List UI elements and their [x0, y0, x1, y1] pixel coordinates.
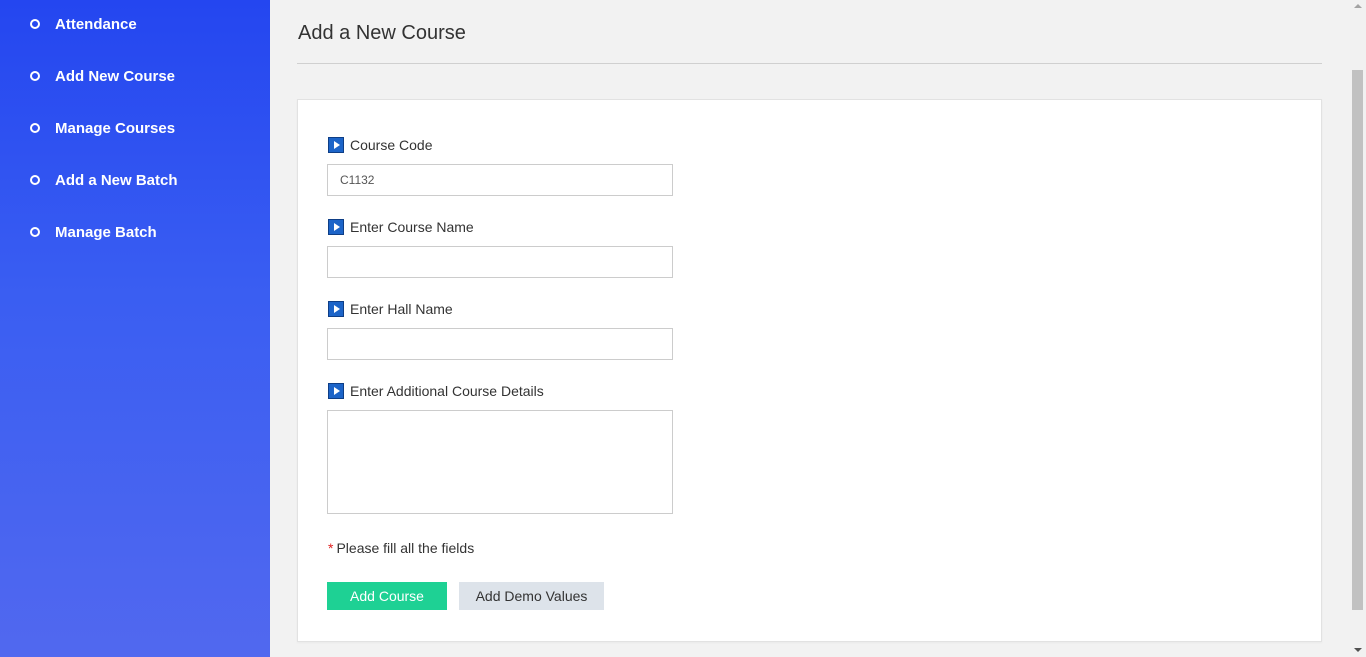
circle-outline-icon — [30, 175, 40, 185]
required-note-text: Please fill all the fields — [336, 540, 475, 556]
sidebar-item-add-new-batch[interactable]: Add a New Batch — [0, 160, 270, 200]
course-name-label: Enter Course Name — [328, 219, 474, 235]
sidebar-item-manage-courses[interactable]: Manage Courses — [0, 108, 270, 148]
add-course-button[interactable]: Add Course — [327, 582, 447, 610]
play-arrow-icon — [328, 383, 344, 399]
course-code-label-text: Course Code — [350, 137, 433, 153]
main-content: Add a New Course Course Code Enter Cours… — [270, 0, 1350, 657]
play-arrow-icon — [328, 137, 344, 153]
sidebar-item-label: Attendance — [55, 15, 137, 33]
course-name-input[interactable] — [327, 246, 673, 278]
page-title: Add a New Course — [298, 22, 466, 44]
circle-outline-icon — [30, 123, 40, 133]
course-details-textarea[interactable] — [327, 410, 673, 514]
course-details-label: Enter Additional Course Details — [328, 383, 544, 399]
circle-outline-icon — [30, 71, 40, 81]
sidebar-item-manage-batch[interactable]: Manage Batch — [0, 212, 270, 252]
sidebar-item-label: Manage Batch — [55, 223, 157, 241]
hall-name-label: Enter Hall Name — [328, 301, 453, 317]
scrollbar-thumb[interactable] — [1352, 70, 1363, 610]
course-name-label-text: Enter Course Name — [350, 219, 474, 235]
required-star: * — [328, 540, 334, 556]
circle-outline-icon — [30, 227, 40, 237]
scroll-down-arrow-icon[interactable] — [1354, 648, 1362, 652]
circle-outline-icon — [30, 19, 40, 29]
course-code-label: Course Code — [328, 137, 433, 153]
add-course-form: Course Code Enter Course Name Enter Hall… — [297, 99, 1322, 642]
title-divider — [297, 63, 1322, 64]
required-note: * Please fill all the fields — [328, 540, 474, 556]
sidebar-item-attendance[interactable]: Attendance — [0, 4, 270, 44]
sidebar-item-label: Manage Courses — [55, 119, 176, 137]
course-code-input[interactable] — [327, 164, 673, 196]
sidebar-item-label: Add New Course — [55, 67, 176, 85]
sidebar-item-label: Add a New Batch — [55, 171, 178, 189]
sidebar: Attendance Add New Course Manage Courses… — [0, 0, 270, 657]
play-arrow-icon — [328, 301, 344, 317]
course-details-label-text: Enter Additional Course Details — [350, 383, 544, 399]
sidebar-item-add-new-course[interactable]: Add New Course — [0, 56, 270, 96]
add-demo-values-button[interactable]: Add Demo Values — [459, 582, 604, 610]
hall-name-input[interactable] — [327, 328, 673, 360]
hall-name-label-text: Enter Hall Name — [350, 301, 453, 317]
scroll-up-arrow-icon[interactable] — [1354, 4, 1362, 8]
vertical-scrollbar[interactable] — [1350, 0, 1366, 657]
play-arrow-icon — [328, 219, 344, 235]
app-window: Attendance Add New Course Manage Courses… — [0, 0, 1366, 657]
